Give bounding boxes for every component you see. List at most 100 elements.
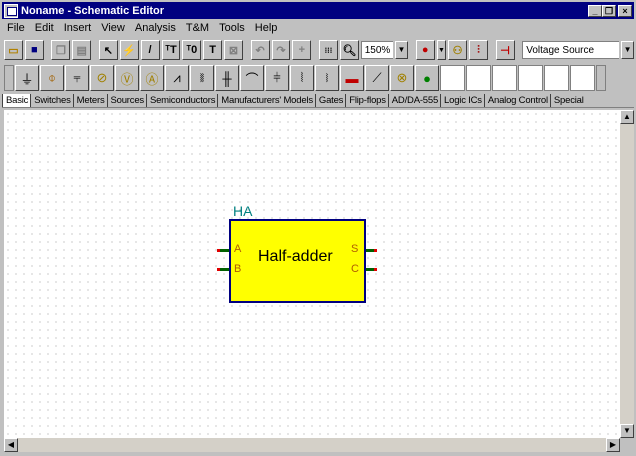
menu-help[interactable]: Help <box>250 22 283 34</box>
lamp-icon[interactable]: ⊗ <box>390 65 414 91</box>
capacitor-icon[interactable]: ╫ <box>215 65 239 91</box>
pin-c-label: C <box>351 263 359 275</box>
component-label[interactable]: HA <box>233 203 252 219</box>
component-palette: ⏚ ⌽ ⫧ ⊘ Ⓥ Ⓐ ⩘ ⧚ ╫ ⌒ ⫩ ⦚ ⧘ ▬ ⟋ ⊗ ● <box>4 64 634 92</box>
tab-gates[interactable]: Gates <box>314 94 345 107</box>
palette-slot-empty[interactable] <box>466 65 491 91</box>
palette-slot-empty[interactable] <box>518 65 543 91</box>
scroll-down-icon[interactable]: ▼ <box>620 424 634 438</box>
palette-slot-empty[interactable] <box>492 65 517 91</box>
pin-b-label: B <box>234 263 242 275</box>
menu-analysis[interactable]: Analysis <box>130 22 181 34</box>
tab-manufacturers-models[interactable]: Manufacturers' Models <box>217 94 315 107</box>
tab-semiconductors[interactable]: Semiconductors <box>145 94 217 107</box>
save-icon[interactable]: ■ <box>24 40 44 60</box>
pin-s-node[interactable] <box>374 249 377 252</box>
select-arrow-icon[interactable]: ↖ <box>98 40 118 60</box>
transformer-icon[interactable]: ⫩ <box>265 65 289 91</box>
pin-a-label: A <box>234 243 242 255</box>
horizontal-scrollbar[interactable]: ◀ ▶ <box>4 438 620 452</box>
coupled-inductor-icon[interactable]: ⦚ <box>290 65 314 91</box>
tab-flip-flops[interactable]: Flip-flops <box>345 94 388 107</box>
tab-sources[interactable]: Sources <box>106 94 146 107</box>
palette-slot-empty[interactable] <box>440 65 465 91</box>
scroll-left-icon[interactable]: ◀ <box>4 438 18 452</box>
close-button[interactable]: × <box>618 4 632 17</box>
zoom-icon[interactable]: 🔍︎ <box>339 40 359 60</box>
component-name: Half-adder <box>258 248 333 265</box>
schematic-editor-window: Noname - Schematic Editor _ ❐ × File Edi… <box>0 0 636 456</box>
menu-insert[interactable]: Insert <box>59 22 97 34</box>
analysis-dropdown-icon[interactable]: ▼ <box>436 40 447 60</box>
menu-file[interactable]: File <box>2 22 30 34</box>
pin-a-node[interactable] <box>217 249 220 252</box>
line-icon[interactable]: / <box>140 40 160 60</box>
switch-icon[interactable]: ⟋ <box>365 65 389 91</box>
minimize-button[interactable]: _ <box>588 4 602 17</box>
palette-slot-empty[interactable] <box>570 65 595 91</box>
tab-meters[interactable]: Meters <box>72 94 107 107</box>
menu-tm[interactable]: T&M <box>181 22 214 34</box>
component-select[interactable]: Voltage Source <box>522 41 619 59</box>
resistor-icon[interactable]: ⩘ <box>165 65 189 91</box>
tab-special[interactable]: Special <box>549 94 586 107</box>
text-subscript-icon[interactable]: ᵀ0 <box>182 40 202 60</box>
text-icon[interactable]: T <box>203 40 223 60</box>
menu-tools[interactable]: Tools <box>214 22 250 34</box>
tab-analog-control[interactable]: Analog Control <box>483 94 550 107</box>
undo-icon[interactable]: ↶ <box>250 40 270 60</box>
voltage-source-icon[interactable]: ⌽ <box>40 65 64 91</box>
current-source-icon[interactable]: ⊘ <box>90 65 114 91</box>
dc-analysis-icon[interactable]: ● <box>415 40 435 60</box>
ground-icon[interactable]: + <box>292 40 312 60</box>
crystal-icon[interactable]: ⧘ <box>315 65 339 91</box>
redo-icon[interactable]: ↷ <box>271 40 291 60</box>
pin-s-label: S <box>351 243 359 255</box>
battery-icon[interactable]: ⫧ <box>65 65 89 91</box>
scroll-up-icon[interactable]: ▲ <box>620 110 634 124</box>
antenna-icon[interactable]: ⌒ <box>240 65 264 91</box>
app-icon[interactable] <box>4 3 18 18</box>
window-title: Noname - Schematic Editor <box>21 4 165 17</box>
component-icon[interactable]: ⫶ <box>469 40 488 60</box>
ground-symbol-icon[interactable]: ⏚ <box>15 65 39 91</box>
voltmeter-icon[interactable]: Ⓥ <box>115 65 139 91</box>
pin-b-node[interactable] <box>217 268 220 271</box>
open-file-icon[interactable]: ▭ <box>4 40 23 60</box>
palette-slot-empty[interactable] <box>544 65 569 91</box>
pin-a-lead[interactable] <box>220 249 229 252</box>
vertical-scrollbar[interactable]: ▲ ▼ <box>620 110 634 438</box>
copy-icon[interactable]: ❐ <box>51 40 71 60</box>
tab-basic[interactable]: Basic <box>2 94 31 107</box>
scrollbar-corner <box>620 438 634 452</box>
text-superscript-icon[interactable]: ᵀT <box>161 40 181 60</box>
led-icon[interactable]: ● <box>415 65 439 91</box>
inductor-icon[interactable]: ⧚ <box>190 65 214 91</box>
menu-view[interactable]: View <box>96 22 130 34</box>
menu-edit[interactable]: Edit <box>30 22 59 34</box>
pin-b-lead[interactable] <box>220 268 229 271</box>
chevron-down-icon[interactable]: ▼ <box>394 41 409 59</box>
fuse-icon[interactable]: ▬ <box>340 65 364 91</box>
wire-icon[interactable]: ⚡ <box>119 40 139 60</box>
tab-ad-da-555[interactable]: AD/DA-555 <box>387 94 440 107</box>
palette-scroll-left[interactable] <box>4 65 14 91</box>
main-toolbar: ▭ ■ ❐ ▤ ↖ ⚡ / ᵀT ᵀ0 T ⊠ ↶ ↷ + ⁝⁝⁝ 🔍︎ 150… <box>4 37 635 63</box>
probe-icon[interactable]: ⚇ <box>448 40 468 60</box>
palette-scroll-right[interactable] <box>596 65 606 91</box>
tab-logic-ics[interactable]: Logic ICs <box>440 94 484 107</box>
component-tabs: Basic Switches Meters Sources Semiconduc… <box>2 93 634 108</box>
restore-button[interactable]: ❐ <box>602 4 616 17</box>
ammeter-icon[interactable]: Ⓐ <box>140 65 164 91</box>
scroll-right-icon[interactable]: ▶ <box>606 438 620 452</box>
grid-icon[interactable]: ⁝⁝⁝ <box>319 40 338 60</box>
chevron-down-icon[interactable]: ▼ <box>620 41 635 59</box>
pin-c-node[interactable] <box>374 268 377 271</box>
erase-icon[interactable]: ⊠ <box>224 40 243 60</box>
tab-switches[interactable]: Switches <box>30 94 72 107</box>
menu-bar: File Edit Insert View Analysis T&M Tools… <box>2 20 634 36</box>
zoom-select[interactable]: 150% <box>360 41 393 59</box>
title-bar: Noname - Schematic Editor _ ❐ × <box>2 2 634 19</box>
pin-tool-icon[interactable]: ⊣ <box>495 40 515 60</box>
paste-icon[interactable]: ▤ <box>72 40 92 60</box>
